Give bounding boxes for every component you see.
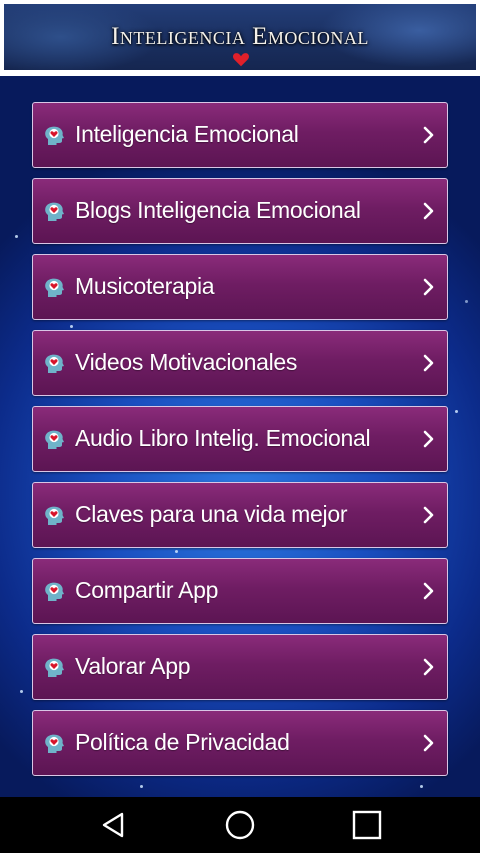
brain-heart-icon <box>45 430 64 449</box>
sparkle <box>70 325 73 328</box>
menu-item-audio-libro[interactable]: Audio Libro Intelig. Emocional <box>32 406 448 472</box>
menu-item-videos-motivacionales[interactable]: Videos Motivacionales <box>32 330 448 396</box>
menu-item-label: Inteligencia Emocional <box>75 121 299 147</box>
menu-item-label: Blogs Inteligencia Emocional <box>75 197 361 223</box>
brain-heart-icon <box>45 126 64 145</box>
sparkle <box>140 785 143 788</box>
app-header: Inteligencia Emocional <box>0 0 480 76</box>
brain-heart-icon <box>45 202 64 221</box>
menu-item-musicoterapia[interactable]: Musicoterapia <box>32 254 448 320</box>
sparkle <box>465 300 468 303</box>
menu-item-valorar-app[interactable]: Valorar App <box>32 634 448 700</box>
menu-item-label: Videos Motivacionales <box>75 349 298 375</box>
menu-item-label: Política de Privacidad <box>75 729 290 755</box>
home-circle-icon[interactable] <box>224 809 256 841</box>
sparkle <box>15 235 18 238</box>
menu-item-blogs[interactable]: Blogs Inteligencia Emocional <box>32 178 448 244</box>
brain-heart-icon <box>45 582 64 601</box>
app-title: Inteligencia Emocional <box>111 23 369 50</box>
menu-item-label: Audio Libro Intelig. Emocional <box>75 425 371 451</box>
sparkle <box>20 690 23 693</box>
brain-heart-icon <box>45 658 64 677</box>
menu-item-label: Musicoterapia <box>75 273 215 299</box>
brain-heart-icon <box>45 506 64 525</box>
menu-item-compartir-app[interactable]: Compartir App <box>32 558 448 624</box>
chevron-right-icon <box>423 202 434 220</box>
sparkle <box>420 785 423 788</box>
menu-item-label: Compartir App <box>75 577 219 603</box>
header-banner: Inteligencia Emocional <box>4 4 476 70</box>
chevron-right-icon <box>423 278 434 296</box>
menu-item-claves[interactable]: Claves para una vida mejor <box>32 482 448 548</box>
menu-item-politica-privacidad[interactable]: Política de Privacidad <box>32 710 448 776</box>
brain-heart-icon <box>45 734 64 753</box>
sparkle <box>455 410 458 413</box>
sparkle <box>175 550 178 553</box>
menu-item-inteligencia-emocional[interactable]: Inteligencia Emocional <box>32 102 448 168</box>
chevron-right-icon <box>423 582 434 600</box>
heart-icon <box>233 53 249 67</box>
brain-heart-icon <box>45 354 64 373</box>
brain-heart-icon <box>45 278 64 297</box>
system-navigation-bar <box>0 797 480 853</box>
chevron-right-icon <box>423 354 434 372</box>
chevron-right-icon <box>423 430 434 448</box>
chevron-right-icon <box>423 658 434 676</box>
back-triangle-icon[interactable] <box>98 809 130 841</box>
recents-square-icon[interactable] <box>351 809 383 841</box>
menu-item-label: Claves para una vida mejor <box>75 501 348 527</box>
chevron-right-icon <box>423 734 434 752</box>
menu-item-label: Valorar App <box>75 653 191 679</box>
chevron-right-icon <box>423 126 434 144</box>
chevron-right-icon <box>423 506 434 524</box>
